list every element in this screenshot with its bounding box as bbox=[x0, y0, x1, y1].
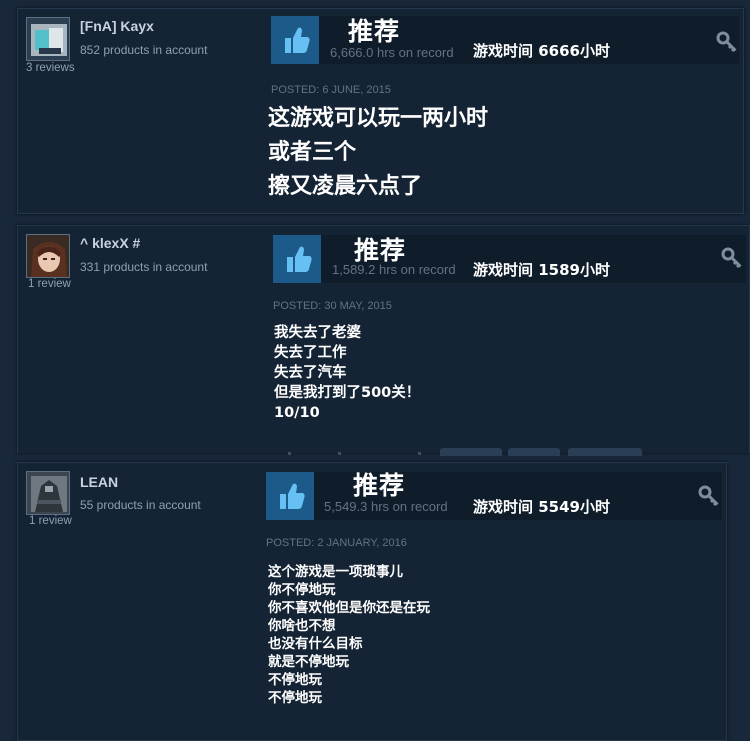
review-line: 你啥也不想 bbox=[268, 618, 336, 634]
review-card: [FnA] Kayx 852 products in account 3 rev… bbox=[17, 8, 744, 214]
review-text: 这个游戏是一项琐事儿 你不停地玩 你不喜欢他但是你还是在玩 你啥也不想 也没有什… bbox=[268, 563, 430, 707]
review-card: ^ klexX # 331 products in account 1 revi… bbox=[17, 225, 750, 456]
key-icon[interactable] bbox=[698, 485, 720, 512]
avatar[interactable] bbox=[26, 471, 70, 515]
helpful-buttons-row bbox=[278, 448, 678, 456]
avatar[interactable] bbox=[26, 234, 70, 278]
review-text: 这游戏可以玩一两小时 或者三个 擦又凌晨六点了 bbox=[268, 102, 488, 204]
recommendation-title: 推荐 bbox=[354, 236, 407, 265]
thumbs-up-icon[interactable] bbox=[266, 472, 314, 520]
divider bbox=[418, 452, 421, 455]
posted-date: POSTED: 2 JANUARY, 2016 bbox=[266, 537, 407, 549]
review-line: 我失去了老婆 bbox=[274, 325, 361, 341]
thumbs-up-icon[interactable] bbox=[271, 16, 319, 64]
review-line: 你不喜欢他但是你还是在玩 bbox=[268, 600, 430, 616]
review-line: 10/10 bbox=[274, 405, 320, 421]
review-line: 失去了汽车 bbox=[274, 365, 347, 381]
author-products-count[interactable]: 55 products in account bbox=[80, 498, 201, 512]
recommendation-title: 推荐 bbox=[353, 471, 406, 500]
author-name[interactable]: ^ klexX # bbox=[80, 235, 140, 251]
posted-date: POSTED: 30 MAY, 2015 bbox=[273, 300, 392, 312]
author-review-count[interactable]: 1 review bbox=[29, 515, 72, 527]
review-line: 就是不停地玩 bbox=[268, 654, 349, 670]
review-line: 你不停地玩 bbox=[268, 582, 336, 598]
author-products-count[interactable]: 331 products in account bbox=[80, 260, 207, 274]
review-line: 失去了工作 bbox=[274, 345, 347, 361]
helpful-yes-button[interactable] bbox=[440, 448, 502, 456]
review-line: 不停地玩 bbox=[268, 672, 322, 688]
review-line: 这游戏可以玩一两小时 bbox=[268, 106, 489, 131]
helpful-funny-button[interactable] bbox=[568, 448, 642, 456]
recommendation-title: 推荐 bbox=[348, 17, 401, 46]
posted-date: POSTED: 6 JUNE, 2015 bbox=[271, 84, 391, 96]
playtime-caption: 游戏时间 5549小时 bbox=[473, 498, 610, 516]
divider bbox=[338, 452, 341, 455]
review-line: 也没有什么目标 bbox=[268, 636, 363, 652]
author-products-count[interactable]: 852 products in account bbox=[80, 43, 207, 57]
author-review-count[interactable]: 3 reviews bbox=[26, 62, 75, 74]
review-line: 擦又凌晨六点了 bbox=[268, 174, 423, 199]
author-review-count[interactable]: 1 review bbox=[28, 278, 71, 290]
author-name[interactable]: [FnA] Kayx bbox=[80, 18, 154, 34]
review-line: 或者三个 bbox=[268, 140, 357, 165]
review-line: 不停地玩 bbox=[268, 690, 322, 706]
key-icon[interactable] bbox=[721, 247, 743, 274]
helpful-no-button[interactable] bbox=[508, 448, 560, 456]
review-line: 这个游戏是一项琐事儿 bbox=[268, 564, 403, 580]
review-line: 但是我打到了500关！ bbox=[274, 385, 421, 401]
playtime-caption: 游戏时间 1589小时 bbox=[473, 261, 610, 279]
thumbs-up-icon[interactable] bbox=[273, 235, 321, 283]
avatar[interactable] bbox=[26, 17, 70, 61]
key-icon[interactable] bbox=[716, 31, 738, 58]
author-name[interactable]: LEAN bbox=[80, 474, 118, 490]
divider bbox=[288, 452, 291, 455]
review-card: LEAN 55 products in account 1 review 5,5… bbox=[17, 462, 727, 741]
review-text: 我失去了老婆 失去了工作 失去了汽车 但是我打到了500关！ 10/10 bbox=[274, 323, 420, 423]
playtime-caption: 游戏时间 6666小时 bbox=[473, 42, 610, 60]
